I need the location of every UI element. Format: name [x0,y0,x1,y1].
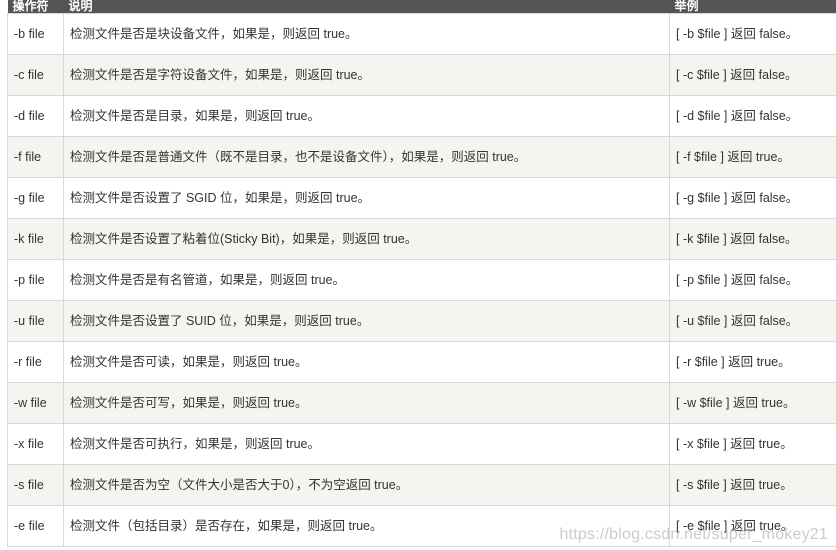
description-cell: 检测文件是否为空（文件大小是否大于0），不为空返回 true。 [63,464,670,506]
description-cell: 检测文件是否设置了 SGID 位，如果是，则返回 true。 [63,177,670,219]
description-cell: 检测文件是否是字符设备文件，如果是，则返回 true。 [63,54,670,96]
table-body: -b file 检测文件是否是块设备文件，如果是，则返回 true。[ -b $f… [7,13,836,547]
table-row: -x file 检测文件是否可执行，如果是，则返回 true。[ -x $file… [7,423,836,465]
example-cell: [ -u $file ] 返回 false。 [669,300,836,342]
example-cell: [ -g $file ] 返回 false。 [669,177,836,219]
operator-cell: -g file [7,177,64,219]
operator-cell: -p file [7,259,64,301]
example-cell: [ -x $file ] 返回 true。 [669,423,836,465]
operator-cell: -b file [7,13,64,55]
table-row: -f file 检测文件是否是普通文件（既不是目录，也不是设备文件），如果是，则返… [7,136,836,178]
example-cell: [ -b $file ] 返回 false。 [669,13,836,55]
example-cell: [ -w $file ] 返回 true。 [669,382,836,424]
table-row: -b file 检测文件是否是块设备文件，如果是，则返回 true。[ -b $f… [7,13,836,55]
description-cell: 检测文件是否是块设备文件，如果是，则返回 true。 [63,13,670,55]
operator-cell: -w file [7,382,64,424]
description-cell: 检测文件是否可读，如果是，则返回 true。 [63,341,670,383]
table-row: -w file 检测文件是否可写，如果是，则返回 true。[ -w $file … [7,382,836,424]
operator-cell: -u file [7,300,64,342]
description-cell: 检测文件（包括目录）是否存在，如果是，则返回 true。 [63,505,670,547]
operator-cell: -r file [7,341,64,383]
example-cell: [ -d $file ] 返回 false。 [669,95,836,137]
operator-cell: -d file [7,95,64,137]
description-cell: 检测文件是否可写，如果是，则返回 true。 [63,382,670,424]
table-row: -r file 检测文件是否可读，如果是，则返回 true。[ -r $file … [7,341,836,383]
description-cell: 检测文件是否可执行，如果是，则返回 true。 [63,423,670,465]
description-cell: 检测文件是否设置了粘着位(Sticky Bit)，如果是，则返回 true。 [63,218,670,260]
header-example: 举例 [669,0,836,14]
operator-cell: -k file [7,218,64,260]
example-cell: [ -p $file ] 返回 false。 [669,259,836,301]
table-row: -c file 检测文件是否是字符设备文件，如果是，则返回 true。[ -c $… [7,54,836,96]
example-cell: [ -c $file ] 返回 false。 [669,54,836,96]
description-cell: 检测文件是否是有名管道，如果是，则返回 true。 [63,259,670,301]
operator-cell: -c file [7,54,64,96]
description-cell: 检测文件是否是目录，如果是，则返回 true。 [63,95,670,137]
table-row: -s file 检测文件是否为空（文件大小是否大于0），不为空返回 true。[ … [7,464,836,506]
header-operator: 操作符 [7,0,64,14]
table-row: -g file 检测文件是否设置了 SGID 位，如果是，则返回 true。[ -… [7,177,836,219]
table-row: -d file 检测文件是否是目录，如果是，则返回 true。[ -d $file… [7,95,836,137]
file-test-operators-table: 操作符 说明 举例 -b file 检测文件是否是块设备文件，如果是，则返回 tr… [7,0,836,547]
example-cell: [ -k $file ] 返回 false。 [669,218,836,260]
table-row: -k file 检测文件是否设置了粘着位(Sticky Bit)，如果是，则返回 … [7,218,836,260]
operator-cell: -x file [7,423,64,465]
description-cell: 检测文件是否是普通文件（既不是目录，也不是设备文件），如果是，则返回 true。 [63,136,670,178]
example-cell: [ -f $file ] 返回 true。 [669,136,836,178]
example-cell: [ -s $file ] 返回 true。 [669,464,836,506]
table-row: -u file 检测文件是否设置了 SUID 位，如果是，则返回 true。[ -… [7,300,836,342]
example-cell: [ -r $file ] 返回 true。 [669,341,836,383]
operator-cell: -s file [7,464,64,506]
table-header: 操作符 说明 举例 [7,0,836,14]
description-cell: 检测文件是否设置了 SUID 位，如果是，则返回 true。 [63,300,670,342]
header-row: 操作符 说明 举例 [7,0,836,14]
table-row: -p file 检测文件是否是有名管道，如果是，则返回 true。[ -p $fi… [7,259,836,301]
operator-cell: -f file [7,136,64,178]
table-row: -e file 检测文件（包括目录）是否存在，如果是，则返回 true。[ -e … [7,505,836,547]
operator-cell: -e file [7,505,64,547]
example-cell: [ -e $file ] 返回 true。 [669,505,836,547]
header-description: 说明 [63,0,670,14]
